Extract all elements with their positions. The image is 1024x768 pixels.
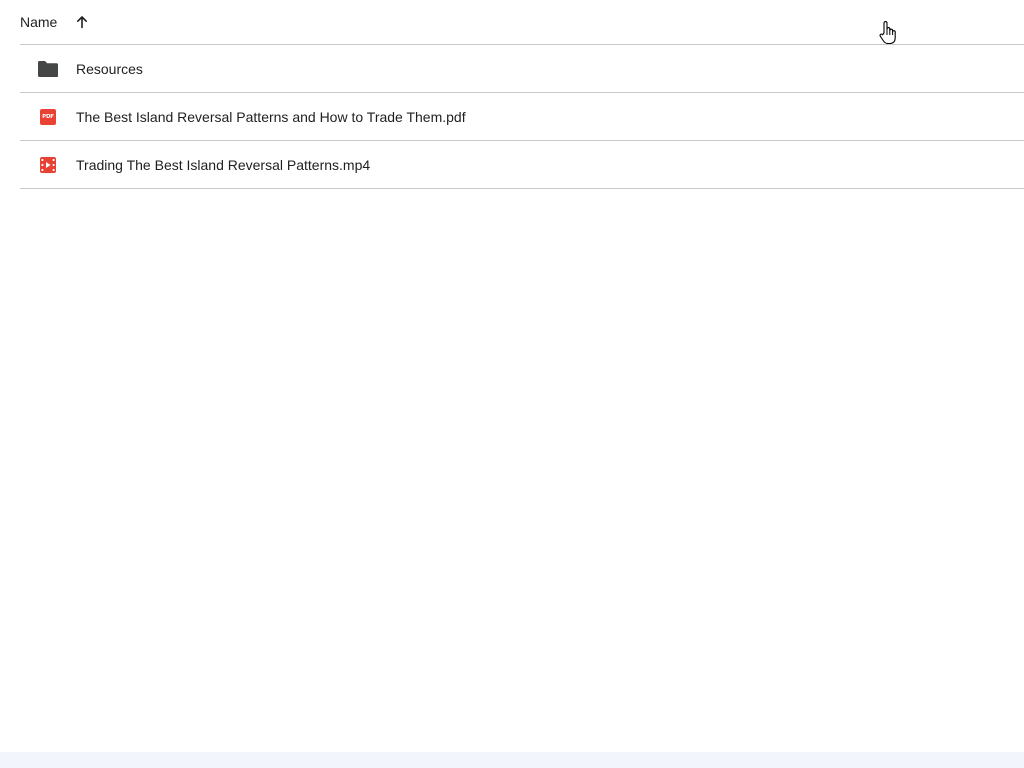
file-name: The Best Island Reversal Patterns and Ho…	[76, 108, 466, 125]
sort-ascending-button[interactable]	[71, 11, 93, 33]
arrow-up-icon	[77, 16, 88, 29]
list-item[interactable]: Trading The Best Island Reversal Pattern…	[20, 141, 1024, 189]
pdf-badge-label: PDF	[40, 108, 56, 125]
pdf-icon: PDF	[37, 106, 59, 128]
file-name: Resources	[76, 60, 143, 77]
video-icon	[37, 154, 59, 176]
column-header-row: Name	[20, 0, 1024, 45]
list-item[interactable]: PDF The Best Island Reversal Patterns an…	[20, 93, 1024, 141]
folder-icon	[37, 58, 59, 80]
list-item[interactable]: Resources	[20, 45, 1024, 93]
file-name: Trading The Best Island Reversal Pattern…	[76, 156, 371, 173]
name-column-header[interactable]: Name	[20, 14, 57, 30]
bottom-bar	[0, 752, 1024, 768]
